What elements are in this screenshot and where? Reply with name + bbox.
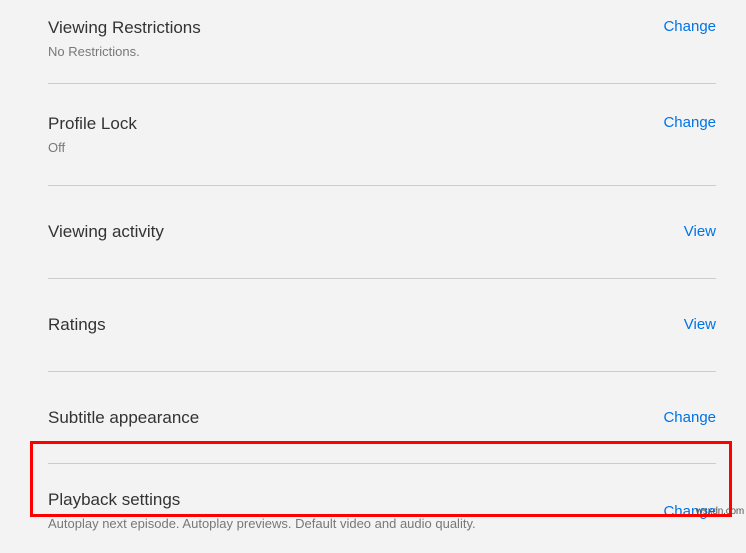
setting-row-viewing-activity: Viewing activity View: [48, 186, 716, 279]
setting-left: Viewing activity: [48, 220, 164, 244]
change-link-profile-lock[interactable]: Change: [663, 112, 716, 131]
setting-left: Subtitle appearance: [48, 406, 199, 430]
setting-subtitle: Off: [48, 139, 137, 157]
setting-left: Profile Lock Off: [48, 112, 137, 157]
setting-left: Playback settings Autoplay next episode.…: [48, 488, 476, 533]
setting-row-playback-settings: Playback settings Autoplay next episode.…: [48, 464, 716, 553]
setting-row-profile-lock: Profile Lock Off Change: [48, 84, 716, 186]
setting-title: Profile Lock: [48, 112, 137, 136]
setting-row-subtitle-appearance: Subtitle appearance Change: [48, 372, 716, 465]
setting-title: Ratings: [48, 313, 106, 337]
setting-title: Playback settings: [48, 488, 476, 512]
watermark: wsxdn.com: [696, 506, 744, 517]
setting-row-ratings: Ratings View: [48, 279, 716, 372]
setting-title: Viewing activity: [48, 220, 164, 244]
change-link-subtitle-appearance[interactable]: Change: [663, 409, 716, 426]
setting-left: Viewing Restrictions No Restrictions.: [48, 16, 201, 61]
setting-title: Subtitle appearance: [48, 406, 199, 430]
setting-left: Ratings: [48, 313, 106, 337]
setting-title: Viewing Restrictions: [48, 16, 201, 40]
change-link-viewing-restrictions[interactable]: Change: [663, 16, 716, 35]
view-link-viewing-activity[interactable]: View: [684, 223, 716, 240]
view-link-ratings[interactable]: View: [684, 316, 716, 333]
setting-row-viewing-restrictions: Viewing Restrictions No Restrictions. Ch…: [48, 0, 716, 84]
setting-subtitle: No Restrictions.: [48, 43, 201, 61]
settings-list: Viewing Restrictions No Restrictions. Ch…: [0, 0, 746, 553]
